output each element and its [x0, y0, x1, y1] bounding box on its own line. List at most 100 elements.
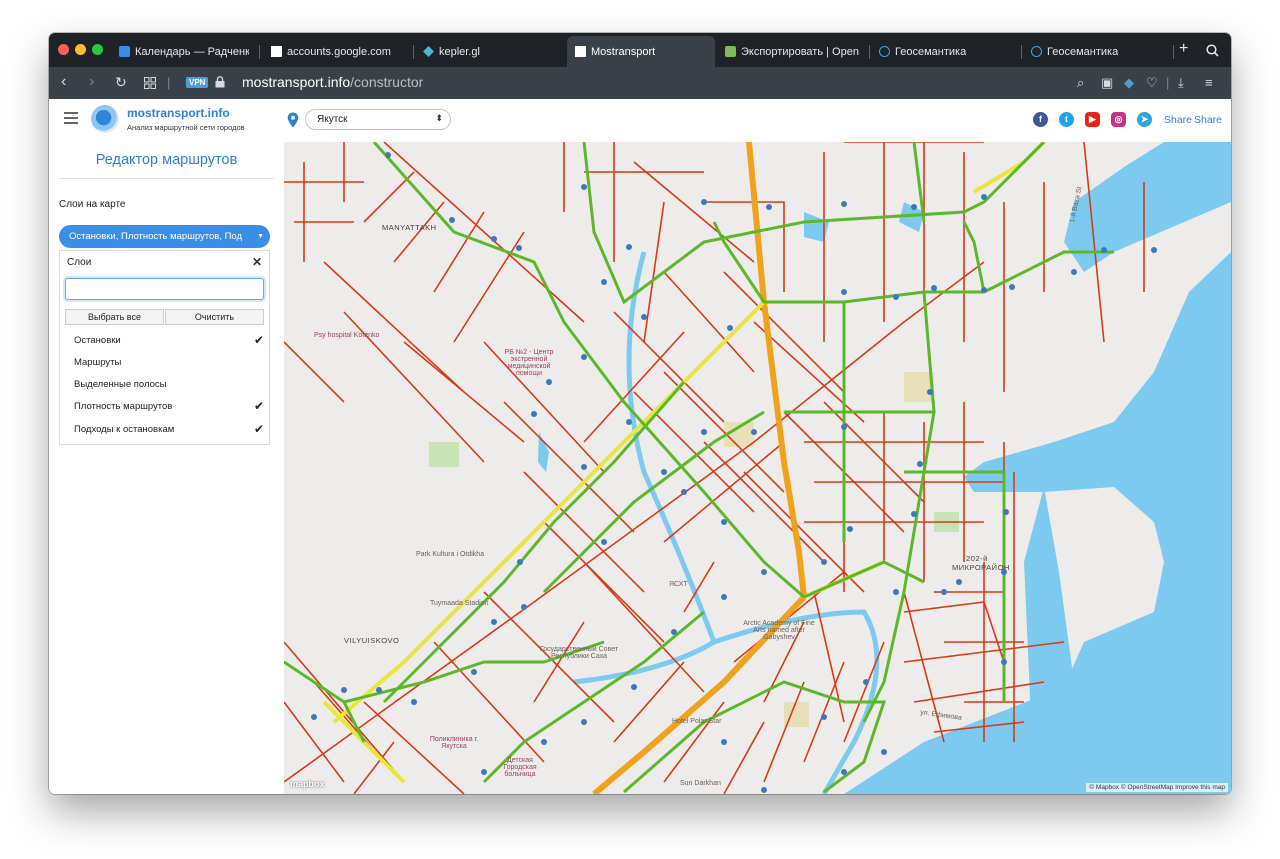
layers-label: Слои на карте [59, 199, 126, 210]
document-icon [575, 46, 586, 57]
check-icon: ✔ [253, 333, 264, 347]
layer-option-routes[interactable]: Маршруты [74, 357, 264, 368]
layer-option-stops[interactable]: Остановки ✔ [74, 333, 264, 347]
tab-google-accounts[interactable]: accounts.google.com [263, 36, 408, 67]
twitter-icon[interactable]: t [1059, 112, 1074, 127]
share-link-1[interactable]: Share [1164, 114, 1192, 126]
layer-option-dedicated-lanes[interactable]: Выделенные полосы [74, 379, 264, 390]
caret-down-icon: ▼ [257, 233, 264, 240]
layers-select-value: Остановки, Плотность маршрутов, Под [69, 231, 243, 242]
search-tabs-icon[interactable] [1206, 44, 1219, 57]
medium-route [972, 142, 1046, 194]
mapbox-logo[interactable]: mapbox [290, 779, 325, 789]
logo [91, 105, 119, 133]
brand-name[interactable]: mostransport.info [127, 106, 230, 120]
forward-button[interactable]: › [89, 74, 94, 90]
document-icon [271, 46, 282, 57]
tab-label: kepler.gl [439, 45, 480, 58]
select-all-button[interactable]: Выбрать все [65, 309, 164, 325]
map-label-poi: Поликлиника г. Якутска [429, 736, 479, 750]
tab-label: Геосемантика [895, 45, 967, 58]
clear-button[interactable]: Очистить [165, 309, 264, 325]
telegram-icon[interactable]: ➤ [1137, 112, 1152, 127]
kepler-icon [423, 46, 434, 57]
url-path: /constructor [350, 74, 424, 90]
speed-dial-icon[interactable] [144, 77, 156, 89]
sidebar-title: Редактор маршрутов [95, 152, 238, 168]
layer-option-stop-approaches[interactable]: Подходы к остановкам ✔ [74, 422, 264, 436]
map-attribution[interactable]: © Mapbox © OpenStreetMap Improve this ma… [1086, 783, 1228, 792]
lock-icon [215, 76, 225, 88]
map-label-district: MANYATTAKH [382, 223, 437, 232]
maximize-window-button[interactable] [92, 44, 103, 55]
sidebar: Редактор маршрутов Слои на карте Останов… [49, 142, 285, 794]
layer-option-label: Выделенные полосы [74, 379, 167, 390]
tab-label: Экспортировать | OpenSt [741, 45, 859, 58]
instagram-icon[interactable]: ◎ [1111, 112, 1126, 127]
map-label-poi: Tuymaada Stadion [430, 600, 489, 607]
chat-icon[interactable]: ⌕ [1077, 75, 1084, 91]
map-canvas[interactable]: MANYATTAKH VILYUISKOVO Psy hospital Kote… [284, 142, 1231, 794]
hexagon-icon [879, 46, 890, 57]
hexagon-icon [1031, 46, 1042, 57]
heart-icon[interactable]: ♡ [1146, 75, 1158, 91]
trunk-route [746, 142, 807, 598]
map-label-poi: ЯСХТ [669, 581, 688, 588]
location-pin-icon [287, 112, 299, 128]
layers-select-button[interactable]: Остановки, Плотность маршрутов, Под ▼ [59, 225, 270, 248]
layer-option-label: Остановки [74, 335, 121, 346]
minimize-window-button[interactable] [75, 44, 86, 55]
tab-label: accounts.google.com [287, 45, 391, 58]
osm-icon [725, 46, 736, 57]
close-icon[interactable]: ✕ [252, 255, 262, 269]
shield-icon[interactable]: ◆ [1124, 75, 1134, 91]
tab-mostransport[interactable]: Mostransport [567, 36, 715, 67]
layer-option-label: Плотность маршрутов [74, 401, 173, 412]
tab-calendar[interactable]: Календарь — Радченко А [111, 36, 257, 67]
app-header: mostransport.info Анализ маршрутной сети… [49, 99, 1231, 143]
check-icon: ✔ [253, 399, 264, 413]
check-icon: ✔ [253, 422, 264, 436]
browser-window: Календарь — Радченко А accounts.google.c… [49, 33, 1231, 794]
url-field[interactable]: mostransport.info/constructor [242, 74, 423, 90]
tab-kepler[interactable]: kepler.gl [415, 36, 565, 67]
map-label-poi: РБ №2 - Центр экстренной медицинской пом… [504, 349, 554, 377]
select-arrows-icon: ⬍ [435, 113, 443, 123]
map-label-district: VILYUISKOVO [344, 636, 400, 645]
tab-geosemantics-2[interactable]: Геосемантика [1023, 36, 1171, 67]
reload-button[interactable]: ↻ [115, 74, 127, 90]
camera-icon[interactable]: ▣ [1101, 75, 1113, 91]
map-label-district: 202-й МИКРОРАЙОН [952, 554, 1010, 572]
divider [59, 178, 274, 179]
tab-label: Календарь — Радченко А [135, 45, 249, 58]
new-tab-button[interactable]: + [1179, 41, 1188, 57]
tab-strip: Календарь — Радченко А accounts.google.c… [49, 33, 1231, 67]
back-button[interactable]: ‹ [61, 74, 66, 90]
url-host: mostransport.info [242, 74, 351, 90]
map-graphics [284, 142, 1231, 794]
city-select-value: Якутск [317, 114, 348, 125]
map-label-poi: Psy hospital Kotenko [314, 332, 380, 339]
share-link-2[interactable]: Share [1194, 114, 1222, 126]
map-label-poi: Государственный Совет Республики Саха [539, 646, 619, 660]
youtube-icon[interactable]: ▶ [1085, 112, 1100, 127]
layers-search-input[interactable] [65, 278, 264, 300]
menu-icon[interactable] [64, 112, 78, 127]
lake-water [804, 212, 829, 242]
map-label-poi: Sun Darkhan [680, 780, 721, 787]
vpn-badge[interactable]: VPN [186, 77, 209, 88]
city-select[interactable]: Якутск ⬍ [305, 109, 451, 130]
facebook-icon[interactable]: f [1033, 112, 1048, 127]
close-window-button[interactable] [58, 44, 69, 55]
park [429, 442, 459, 467]
park [904, 372, 934, 402]
layer-option-route-density[interactable]: Плотность маршрутов ✔ [74, 399, 264, 413]
download-icon[interactable]: ⤓ [1178, 75, 1184, 91]
tab-geosemantics-1[interactable]: Геосемантика [871, 36, 1019, 67]
tab-openstreetmap-export[interactable]: Экспортировать | OpenSt [717, 36, 867, 67]
map-label-poi: Arctic Academy of Fine Arts named after … [743, 620, 815, 641]
address-bar: ‹ › ↻ | VPN mostransport.info/constructo… [49, 67, 1231, 99]
map-label-poi: Детская Городская больница [503, 757, 537, 778]
settings-icon[interactable]: ≡ [1205, 75, 1213, 90]
tab-label: Mostransport [591, 45, 656, 58]
